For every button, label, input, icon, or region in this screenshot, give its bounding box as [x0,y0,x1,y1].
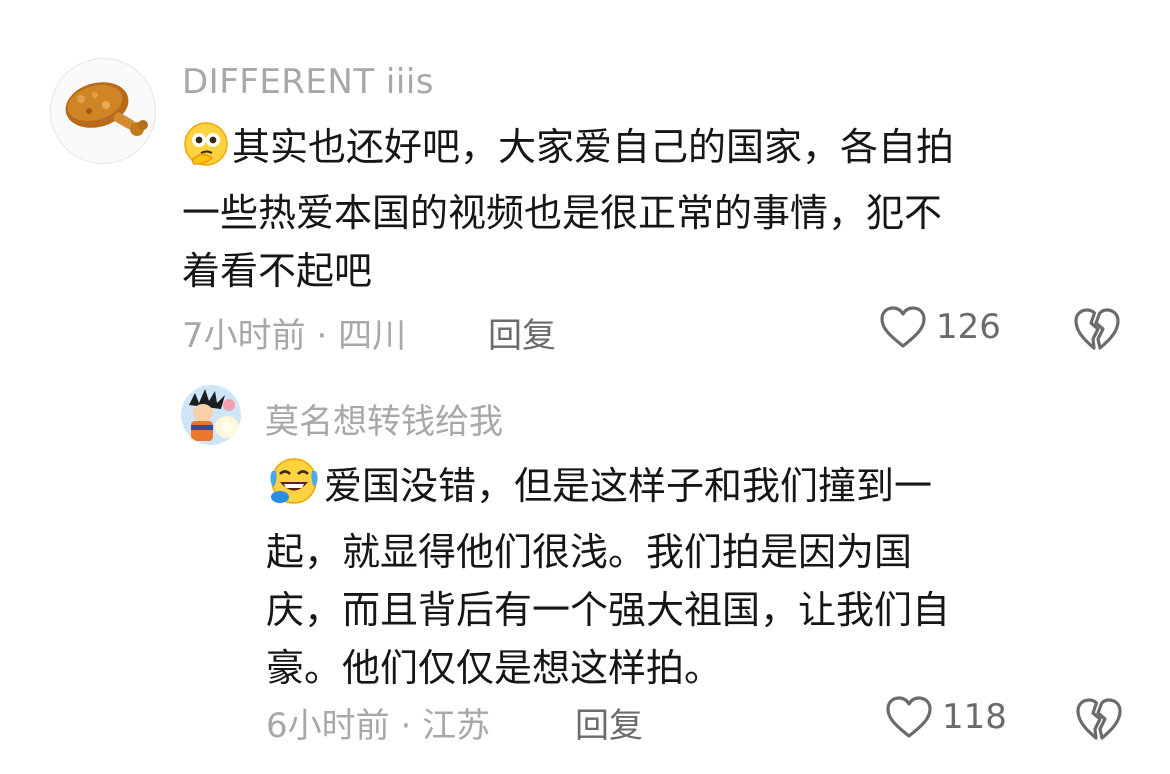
dislike-button[interactable] [1074,696,1124,746]
rolling-laughing-face-icon [266,455,322,523]
comment-text-line: 豪。他们仅仅是想这样拍。 [266,646,723,690]
comment-meta: 6小时前 · 江苏 [266,698,490,747]
broken-heart-icon [1076,698,1122,740]
heart-icon [886,696,932,738]
comment-author[interactable]: 莫名想转钱给我 [265,394,503,443]
comment-text-line: 起，就显得他们很浅。我们拍是因为国 [266,530,913,574]
avatar-cartoon-character[interactable] [181,385,241,445]
meta-separator: · [400,706,412,746]
comment-time: 6小时前 [266,706,390,746]
like-button[interactable]: 118 [884,694,1007,740]
reply-button[interactable]: 回复 [575,698,643,747]
comment-2: 莫名想转钱给我 爱国没错，但是这样子和我们撞到一 起，就显得他们很浅。我们拍是因… [0,0,1170,774]
like-count: 118 [942,697,1007,737]
comment-location: 江苏 [422,706,491,746]
comment-text-line: 庆，而且背后有一个强大祖国，让我们自 [266,588,951,632]
comment-text: 爱国没错，但是这样子和我们撞到一 起，就显得他们很浅。我们拍是因为国 庆，而且背… [266,455,950,697]
comment-text-line: 爱国没错，但是这样子和我们撞到一 [266,455,950,523]
